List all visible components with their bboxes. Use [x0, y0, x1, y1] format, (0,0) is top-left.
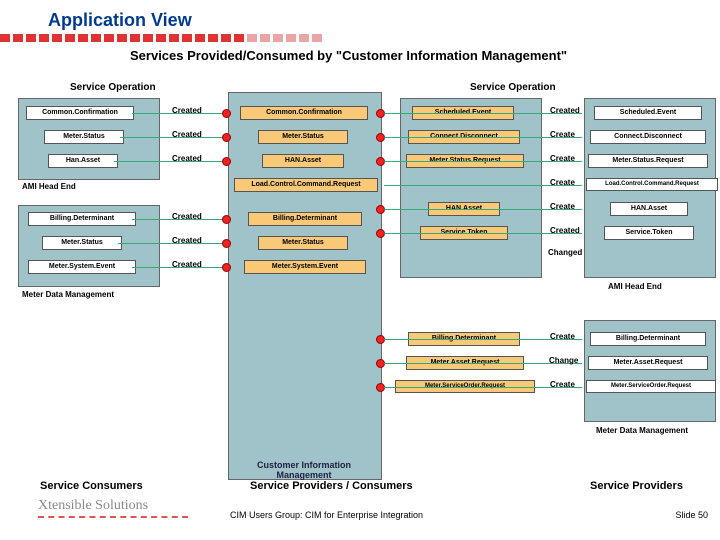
op-label: Created — [550, 106, 580, 115]
msg-box-center: Common.Confirmation — [240, 106, 368, 120]
msg-box: Han.Asset — [48, 154, 118, 168]
msg-box: Billing.Determinant — [28, 212, 136, 226]
connector — [114, 161, 228, 162]
slide-page: Application View Services Provided/Consu… — [0, 0, 720, 540]
container-ami-right-label: AMI Head End — [608, 282, 662, 291]
msg-box-right: Billing.Determinant — [590, 332, 706, 346]
msg-box-center: Meter.System.Event — [244, 260, 366, 274]
op-label: Create — [550, 332, 575, 341]
port-dot — [222, 239, 231, 248]
op-label: Created — [172, 236, 202, 245]
container-mdm-left-label: Meter Data Management — [22, 290, 114, 299]
container-cim-label: Customer Information Management — [230, 460, 378, 480]
port-dot — [222, 263, 231, 272]
port-dot — [222, 133, 231, 142]
footer-label-providers: Service Providers — [590, 480, 683, 492]
section-header-right: Service Operation — [470, 82, 556, 93]
port-dot — [222, 157, 231, 166]
op-label: Create — [550, 154, 575, 163]
op-label: Changed — [548, 248, 582, 257]
diagram-title: Services Provided/Consumed by "Customer … — [130, 48, 567, 63]
branding-logo: Xtensible Solutions — [38, 498, 148, 514]
msg-box-center: Meter.Status — [258, 236, 348, 250]
msg-box: Meter.Status — [44, 130, 124, 144]
msg-box-right: Service.Token — [604, 226, 694, 240]
op-label: Created — [172, 106, 202, 115]
container-cim — [228, 92, 382, 480]
msg-box: Common.Confirmation — [26, 106, 134, 120]
msg-box-right: Load.Control.Command.Request — [586, 178, 718, 191]
container-sched — [400, 98, 542, 278]
op-label: Create — [550, 178, 575, 187]
container-ami-left-label: AMI Head End — [22, 182, 76, 191]
section-header-left: Service Operation — [70, 82, 156, 93]
msg-box-right: Scheduled.Event — [594, 106, 702, 120]
page-title: Application View — [48, 10, 192, 31]
msg-box: Meter.Status — [42, 236, 122, 250]
slide-number: Slide 50 — [675, 510, 708, 520]
op-label: Created — [172, 212, 202, 221]
msg-box: Meter.System.Event — [28, 260, 136, 274]
footer-text: CIM Users Group: CIM for Enterprise Inte… — [230, 510, 423, 520]
container-mdm-right-label: Meter Data Management — [596, 426, 688, 435]
footer-label-consumers: Service Consumers — [40, 480, 143, 492]
msg-box-center: Meter.Status — [258, 130, 348, 144]
port-dot — [222, 109, 231, 118]
msg-box-center: HAN.Asset — [262, 154, 344, 168]
op-label: Create — [550, 380, 575, 389]
msg-box-right: Meter.ServiceOrder.Request — [586, 380, 716, 393]
title-rule — [0, 34, 380, 42]
msg-box-center: Load.Control.Command.Request — [234, 178, 378, 192]
msg-box-right: Connect.Disconnect — [590, 130, 706, 144]
msg-box-right: Meter.Status.Request — [588, 154, 708, 168]
msg-box-right: HAN.Asset — [610, 202, 688, 216]
op-label: Created — [550, 226, 580, 235]
op-label: Create — [550, 130, 575, 139]
op-label: Change — [549, 356, 578, 365]
port-dot — [222, 215, 231, 224]
op-label: Created — [172, 130, 202, 139]
op-label: Create — [550, 202, 575, 211]
op-label: Created — [172, 260, 202, 269]
op-label: Created — [172, 154, 202, 163]
footer-label-pc: Service Providers / Consumers — [250, 480, 413, 492]
msg-box-right: Meter.Asset.Request — [588, 356, 708, 370]
msg-box-center: Billing.Determinant — [248, 212, 362, 226]
